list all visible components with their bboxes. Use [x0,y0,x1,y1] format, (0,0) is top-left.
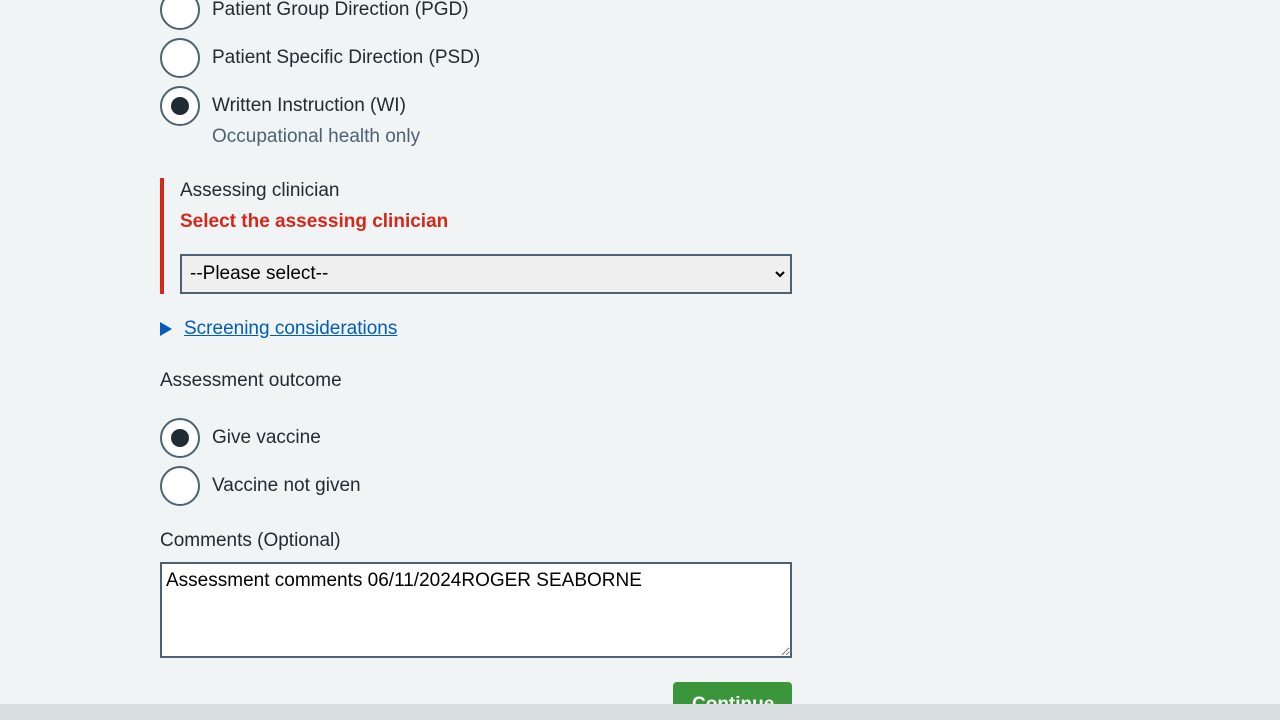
screening-considerations-details[interactable]: Screening considerations [160,318,397,340]
radio-option-pgd[interactable]: Patient Group Direction (PGD) [160,0,469,30]
vaccination-assessment-form: Patient Group Direction (PGD) Patient Sp… [0,0,1280,720]
radio-vaccine-not-given-label: Vaccine not given [212,475,361,496]
radio-psd-circle[interactable] [160,38,200,78]
radio-give-vaccine-circle[interactable] [160,418,200,458]
radio-pgd-label: Patient Group Direction (PGD) [212,0,469,20]
bottom-scroll-bar [0,704,1280,720]
chevron-down-icon [775,271,785,278]
screening-considerations-link[interactable]: Screening considerations [184,318,397,340]
triangle-right-icon [160,322,172,336]
radio-wi-circle[interactable] [160,86,200,126]
radio-give-vaccine-label: Give vaccine [212,427,321,448]
assessment-outcome-label: Assessment outcome [160,370,342,391]
radio-option-give-vaccine[interactable]: Give vaccine [160,418,321,458]
assessing-clinician-label: Assessing clinician [180,180,340,201]
radio-option-psd[interactable]: Patient Specific Direction (PSD) [160,38,480,78]
radio-pgd-circle[interactable] [160,0,200,30]
radio-wi-hint: Occupational health only [212,126,421,147]
radio-wi-label: Written Instruction (WI) [212,95,406,116]
assessing-clinician-error: Select the assessing clinician [180,211,449,232]
comments-label: Comments (Optional) [160,530,341,551]
radio-vaccine-not-given-circle[interactable] [160,466,200,506]
radio-option-vaccine-not-given[interactable]: Vaccine not given [160,466,361,506]
radio-option-wi[interactable]: Written Instruction (WI) [160,86,406,126]
comments-textarea[interactable]: Assessment comments 06/11/2024ROGER SEAB… [160,562,792,658]
assessing-clinician-group: Assessing clinician Select the assessing… [160,178,796,294]
radio-psd-label: Patient Specific Direction (PSD) [212,47,481,68]
assessing-clinician-select[interactable]: --Please select-- [180,254,792,294]
assessing-clinician-selected-value: --Please select-- [190,263,329,284]
